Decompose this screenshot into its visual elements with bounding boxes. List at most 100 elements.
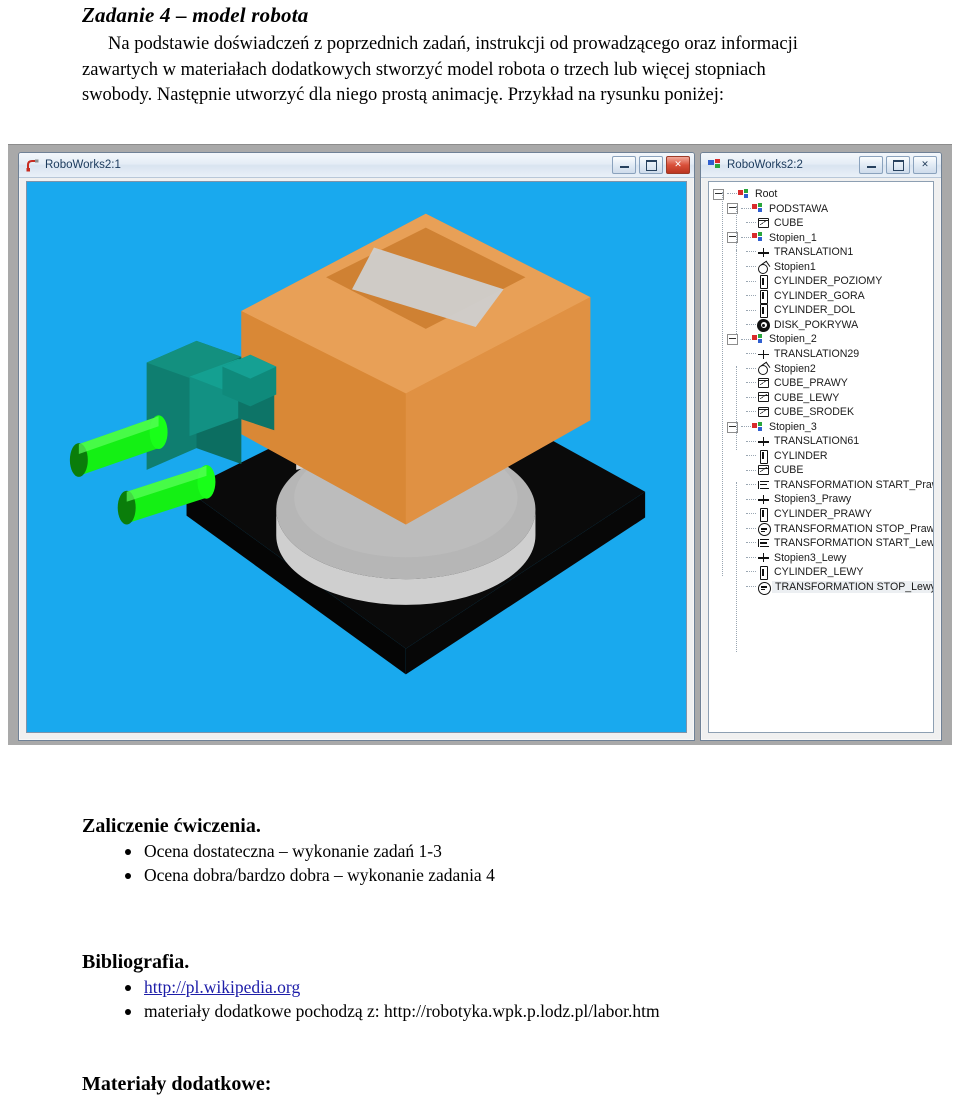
- tree-node[interactable]: CUBE: [713, 216, 933, 231]
- tree-connector: [746, 498, 756, 501]
- tree-connector: [746, 542, 756, 544]
- start-icon: [757, 537, 770, 550]
- tree-node[interactable]: Stopien3_Lewy: [713, 551, 933, 566]
- maximize-button[interactable]: [886, 156, 910, 174]
- screenshot-figure: RoboWorks2:1 ✕ RoboWorks2:2 ✕ Root PODST…: [8, 144, 952, 745]
- tree-node[interactable]: CYLINDER_GORA: [713, 289, 933, 304]
- maximize-icon: [892, 159, 904, 171]
- list-item: materiały dodatkowe pochodzą z: http://r…: [125, 1000, 960, 1024]
- tree-node[interactable]: Stopien_3: [713, 420, 933, 435]
- tree-title-bar[interactable]: RoboWorks2:2 ✕: [701, 153, 941, 178]
- list-item[interactable]: http://pl.wikipedia.org: [125, 976, 960, 1000]
- tree-node-label: TRANSLATION61: [774, 435, 860, 448]
- tree-node-label: CUBE: [774, 464, 804, 477]
- tree-node[interactable]: Stopien1: [713, 260, 933, 275]
- close-button[interactable]: ✕: [666, 156, 690, 174]
- stop-icon: [757, 522, 771, 537]
- tree-node[interactable]: Root: [713, 187, 933, 202]
- tree-node[interactable]: DISK_POKRYWA: [713, 318, 933, 333]
- tree-node[interactable]: CYLINDER_PRAWY: [713, 507, 933, 522]
- tree-connector: [746, 367, 756, 370]
- translate-icon: [757, 348, 770, 361]
- tree-node[interactable]: TRANSFORMATION START_Prawy: [713, 478, 933, 493]
- tree-node[interactable]: TRANSFORMATION START_Lewy: [713, 536, 933, 551]
- list-item: Ocena dostateczna – wykonanie zadań 1-3: [125, 840, 960, 864]
- external-link[interactable]: http://pl.wikipedia.org: [144, 977, 300, 997]
- tree-connector: [741, 207, 751, 210]
- tree-node[interactable]: CYLINDER_DOL: [713, 303, 933, 319]
- translate-icon: [757, 246, 770, 259]
- tree-node[interactable]: Stopien_2: [713, 332, 933, 347]
- tree-node[interactable]: Stopien3_Prawy: [713, 492, 933, 507]
- viewer-title-bar[interactable]: RoboWorks2:1 ✕: [19, 153, 694, 178]
- tree-node[interactable]: CUBE_PRAWY: [713, 376, 933, 391]
- tree-node[interactable]: PODSTAWA: [713, 202, 933, 217]
- roboworks-viewer-window[interactable]: RoboWorks2:1 ✕: [18, 152, 695, 741]
- zaliczenie-section: Zaliczenie ćwiczenia. Ocena dostateczna …: [0, 814, 960, 887]
- cube-icon: [757, 217, 770, 230]
- tree-connector: [746, 455, 756, 457]
- tree-node[interactable]: CYLINDER_POZIOMY: [713, 274, 933, 290]
- cylinder-icon: [757, 565, 770, 580]
- tree-node-label: TRANSFORMATION STOP_Prawy: [774, 522, 934, 535]
- tree-connector: [741, 426, 751, 428]
- minimize-button[interactable]: [859, 156, 883, 174]
- tree-connector: [727, 193, 737, 195]
- group-icon: [752, 333, 765, 346]
- tree-connector: [746, 295, 756, 297]
- tree-node[interactable]: CUBE_SRODEK: [713, 405, 933, 420]
- minimize-button[interactable]: [612, 156, 636, 174]
- close-icon: ✕: [674, 159, 682, 170]
- tree-guide-line: [736, 482, 738, 652]
- translate-icon: [757, 551, 770, 564]
- list-item: Ocena dobra/bardzo dobra – wykonanie zad…: [125, 864, 960, 888]
- tree-node[interactable]: Stopien_1: [713, 231, 933, 246]
- tree-node-label: Stopien_1: [769, 231, 817, 244]
- translate-icon: [757, 493, 770, 506]
- tree-node[interactable]: TRANSFORMATION STOP_Lewy: [713, 580, 933, 595]
- tree-node-label: CUBE_PRAWY: [774, 377, 848, 390]
- tree-node[interactable]: TRANSFORMATION STOP_Prawy: [713, 522, 933, 537]
- tree-node-label: DISK_POKRYWA: [774, 318, 859, 331]
- tree-node[interactable]: Stopien2: [713, 362, 933, 377]
- tree-connector: [746, 571, 756, 573]
- tree-node[interactable]: TRANSLATION61: [713, 434, 933, 449]
- tree-connector: [746, 251, 756, 253]
- tree-node-label: CUBE: [774, 217, 804, 230]
- tree-node[interactable]: CYLINDER: [713, 449, 933, 464]
- scene-tree-panel[interactable]: Root PODSTAWA CUBE Stopien_1 TRANSLATION1 Sto…: [708, 181, 934, 733]
- tree-node-label: CUBE_SRODEK: [774, 406, 855, 419]
- tree-expand-toggle[interactable]: [727, 334, 738, 346]
- tree-node[interactable]: CUBE_LEWY: [713, 391, 933, 406]
- tree-node-label: TRANSFORMATION STOP_Lewy: [772, 580, 933, 594]
- viewport-canvas[interactable]: [27, 182, 686, 732]
- viewport-3d[interactable]: [26, 181, 687, 733]
- close-button[interactable]: ✕: [913, 156, 937, 174]
- tree-node-label: TRANSFORMATION START_Lewy: [774, 537, 934, 550]
- tree-node-label: CYLINDER_DOL: [774, 304, 856, 317]
- close-icon: ✕: [921, 159, 929, 170]
- maximize-button[interactable]: [639, 156, 663, 174]
- cube-icon: [757, 406, 770, 419]
- document-intro: Zadanie 4 – model robota Na podstawie do…: [0, 2, 960, 109]
- tree-node[interactable]: TRANSLATION1: [713, 245, 933, 260]
- scene-tree[interactable]: Root PODSTAWA CUBE Stopien_1 TRANSLATION1 Sto…: [709, 182, 933, 652]
- tree-node[interactable]: CUBE: [713, 463, 933, 478]
- tree-node-label: CUBE_LEWY: [774, 391, 840, 404]
- tree-node[interactable]: TRANSLATION29: [713, 347, 933, 362]
- materialy-section: Materiały dodatkowe:: [0, 1072, 960, 1096]
- tree-connector: [746, 382, 756, 384]
- list-item-text: Ocena dostateczna – wykonanie zadań 1-3: [144, 841, 442, 861]
- tree-node[interactable]: CYLINDER_LEWY: [713, 565, 933, 580]
- tree-connector: [746, 411, 756, 413]
- group-icon: [752, 202, 765, 215]
- bibliografia-heading: Bibliografia.: [82, 951, 190, 973]
- tree-guide-line: [736, 366, 738, 450]
- roboworks-tree-window[interactable]: RoboWorks2:2 ✕ Root PODSTAWA CUBE Stopien_1…: [700, 152, 942, 741]
- tree-node-label: PODSTAWA: [769, 202, 829, 215]
